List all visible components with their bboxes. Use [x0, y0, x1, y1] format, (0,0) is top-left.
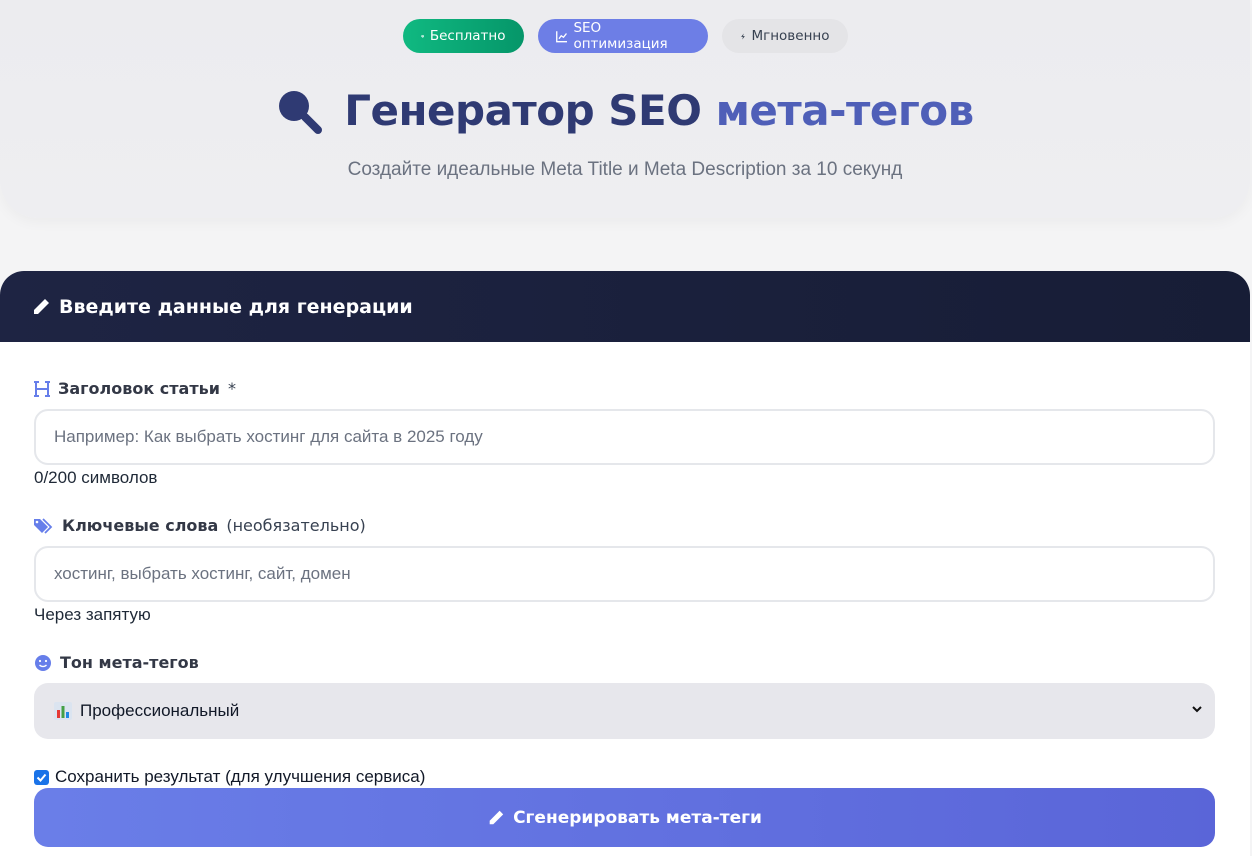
keywords-hint: Через запятую [34, 605, 151, 624]
chart-line-icon [555, 30, 567, 42]
check-icon [36, 773, 47, 782]
generate-button-label: Сгенерировать мета-теги [513, 807, 762, 828]
smile-icon [35, 654, 51, 671]
keywords-field-label: Ключевые слова (необязательно) [34, 516, 366, 535]
title-char-counter: 0/200 символов [34, 468, 158, 487]
page-title: Генератор SEO мета-тегов [0, 86, 1250, 135]
bar-chart-icon [54, 702, 72, 720]
article-title-input[interactable] [34, 409, 1215, 465]
badge-seo-label: SEO оптимизация [573, 20, 668, 52]
badge-fast-label: Мгновенно [751, 28, 830, 44]
badge-free: Бесплатно [402, 19, 524, 53]
chevron-down-icon [1192, 706, 1202, 713]
required-mark: * [227, 379, 236, 398]
page-subtitle: Создайте идеальные Meta Title и Meta Des… [347, 159, 903, 180]
pencil-icon [34, 298, 49, 314]
form-card-title: Введите данные для генерации [59, 295, 413, 318]
bolt-icon [740, 33, 745, 39]
badge-seo: SEO оптимизация [537, 19, 708, 53]
title-part2: мета-тегов [715, 86, 975, 135]
optional-note: (необязательно) [226, 516, 366, 535]
tone-selected-value: Профессиональный [80, 701, 240, 720]
form-card-header: Введите данные для генерации [0, 271, 1250, 342]
gem-icon [420, 34, 424, 38]
save-result-row: Сохранить результат (для улучшения серви… [34, 767, 425, 787]
hero-section: Бесплатно SEO оптимизация Мгновенно Гене… [0, 0, 1250, 218]
heading-icon [34, 380, 50, 397]
generate-button[interactable]: Сгенерировать мета-теги [34, 788, 1215, 847]
tags-icon [34, 517, 53, 534]
tone-field-label: Тон мета-тегов [34, 653, 199, 672]
pencil-icon [489, 810, 504, 824]
keywords-input[interactable] [34, 546, 1215, 602]
badge-free-label: Бесплатно [429, 28, 506, 44]
badge-fast: Мгновенно [721, 19, 848, 53]
magnifier-icon [279, 90, 323, 134]
title-part1: Генератор SEO [344, 86, 702, 135]
badge-row: Бесплатно SEO оптимизация Мгновенно [0, 19, 1250, 53]
title-field-label: Заголовок статьи * [34, 379, 236, 398]
save-result-checkbox[interactable] [34, 769, 49, 785]
save-result-label[interactable]: Сохранить результат (для улучшения серви… [55, 767, 425, 787]
tone-select[interactable]: Профессиональный [34, 683, 1215, 739]
